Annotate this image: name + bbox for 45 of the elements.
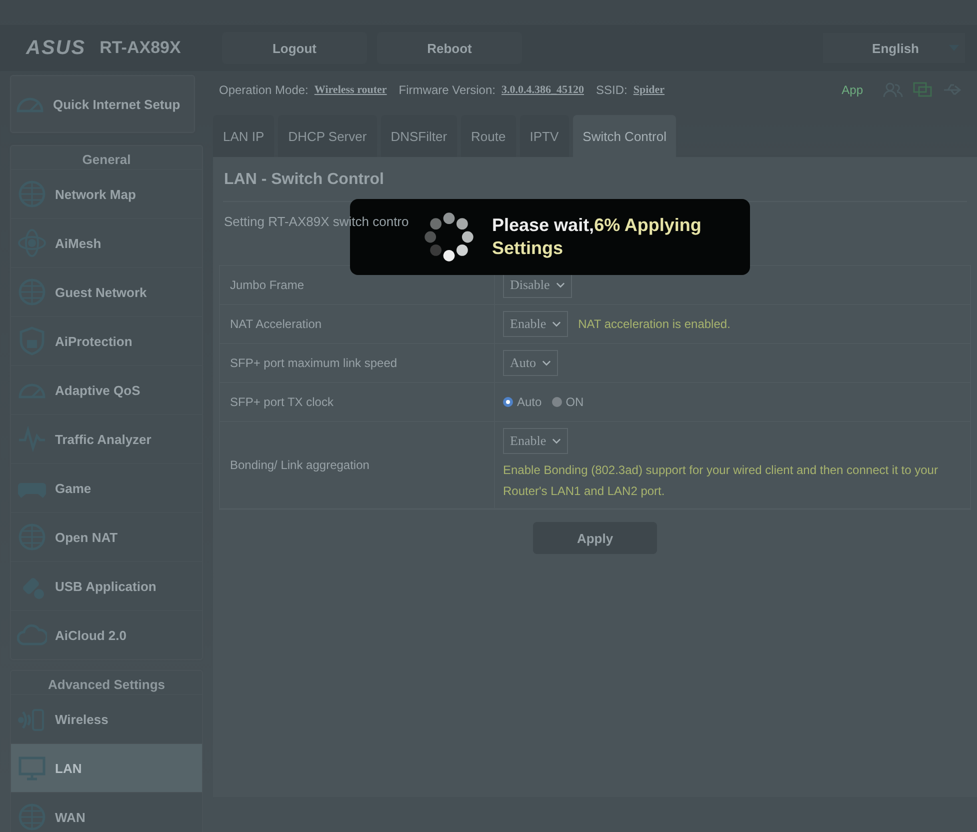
radio-label: ON xyxy=(566,395,584,409)
menu-item[interactable]: Guest Network xyxy=(11,267,202,316)
setting-dropdown[interactable]: Enable xyxy=(503,428,568,454)
setting-dropdown[interactable]: Enable xyxy=(503,311,568,337)
model-name: RT-AX89X xyxy=(100,38,181,58)
ssid-link[interactable]: Spider xyxy=(633,84,665,96)
setting-label: SFP+ port maximum link speed xyxy=(220,344,495,382)
tab[interactable]: DHCP Server xyxy=(278,115,377,157)
quick-setup-button[interactable]: Quick Internet Setup xyxy=(10,75,195,133)
section-title: General xyxy=(81,151,132,169)
menu-item[interactable]: AiMesh xyxy=(11,218,202,267)
menu-item[interactable]: AiProtection xyxy=(11,316,202,365)
loading-message: Please wait,6% Applying Settings xyxy=(492,214,702,260)
tab[interactable]: DNSFilter xyxy=(380,115,458,157)
info-label: Operation Mode: xyxy=(219,83,308,97)
setting-label: Bonding/ Link aggregation xyxy=(220,422,495,508)
menu-item[interactable]: Network Map xyxy=(11,169,202,218)
setting-label: NAT Acceleration xyxy=(220,305,495,343)
radio-label: Auto xyxy=(517,395,542,409)
info-label: SSID: xyxy=(596,83,628,97)
section-title: Advanced Settings xyxy=(46,676,166,694)
page-title: LAN - Switch Control xyxy=(223,171,385,189)
menu-item[interactable]: LAN xyxy=(11,743,202,792)
hint-text: NAT acceleration is enabled. xyxy=(578,316,730,332)
app-link[interactable]: App xyxy=(842,83,863,97)
menu-item[interactable]: AiCloud 2.0 xyxy=(11,610,202,659)
mode-link[interactable]: Wireless router xyxy=(314,84,387,96)
menu-item[interactable]: Adaptive QoS xyxy=(11,365,202,414)
setting-dropdown[interactable]: Auto xyxy=(503,350,558,376)
tab[interactable]: LAN IP xyxy=(213,115,274,157)
menu-item[interactable]: WAN xyxy=(11,792,202,832)
tab[interactable]: Switch Control xyxy=(572,115,676,157)
menu-item[interactable]: Game xyxy=(11,463,202,512)
menu-item[interactable]: Traffic Analyzer xyxy=(11,414,202,463)
menu-item[interactable]: USB Application xyxy=(11,561,202,610)
setting-label: SFP+ port TX clock xyxy=(220,383,495,421)
apply-button[interactable]: Apply xyxy=(533,522,657,554)
info-label: Firmware Version: xyxy=(398,83,496,97)
brand-logo: ASUS xyxy=(26,36,86,60)
tab[interactable]: Route xyxy=(461,115,516,157)
menu-item[interactable]: Open NAT xyxy=(11,512,202,561)
tab[interactable]: IPTV xyxy=(520,115,569,157)
hint-text: Enable Bonding (802.3ad) support for your wired client and then connect it to your Router's LAN1 and LAN2 port. xyxy=(503,462,939,500)
description-text: Setting RT-AX89X switch contro xyxy=(223,214,409,229)
firmware-link[interactable]: 3.0.0.4.386_45120 xyxy=(502,84,584,96)
